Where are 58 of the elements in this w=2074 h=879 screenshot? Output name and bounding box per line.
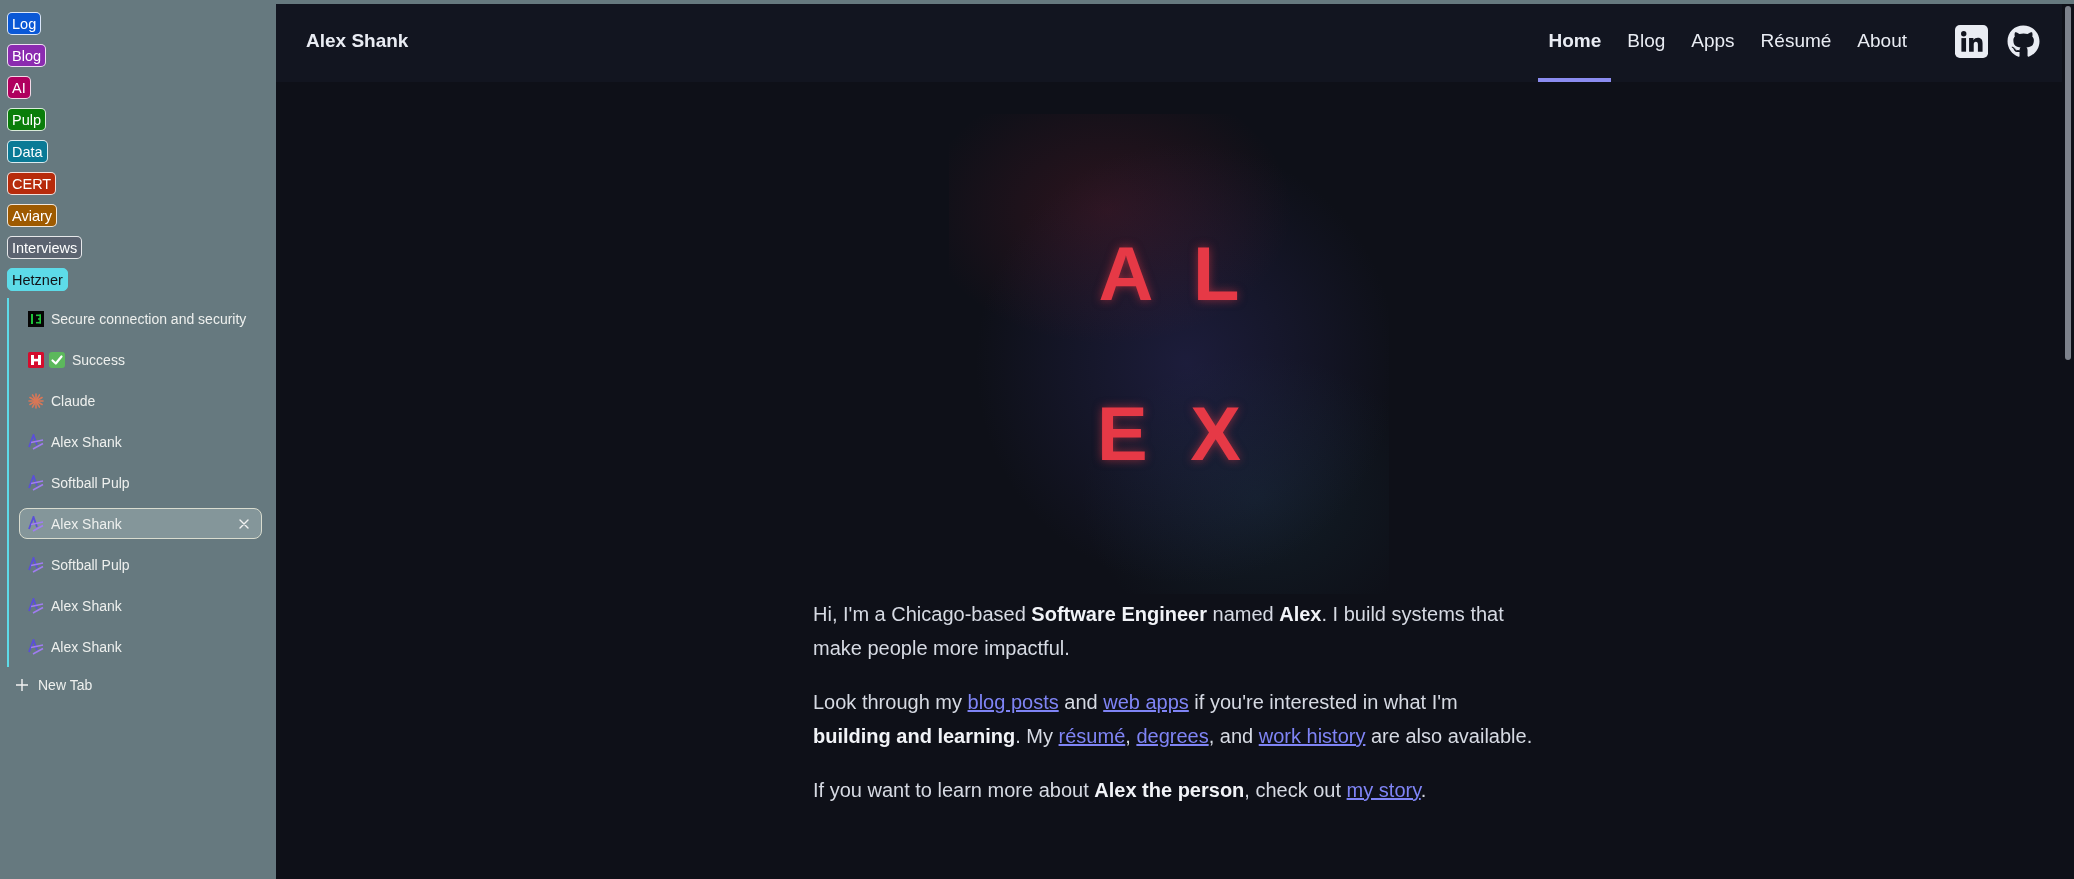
text-link[interactable]: web apps [1103, 691, 1189, 713]
tab-title: Softball Pulp [51, 474, 130, 491]
tab-title: Softball Pulp [51, 556, 130, 573]
tab-title: Secure connection and security [51, 310, 247, 327]
h-logo-icon [28, 351, 44, 368]
starburst-icon [28, 392, 44, 409]
tab-title: Success [72, 351, 125, 368]
linkedin-icon[interactable] [1955, 24, 1988, 58]
browser-tab[interactable]: Softball Pulp [19, 467, 262, 498]
logo-icon [28, 638, 44, 655]
browser-tab[interactable]: Alex Shank [19, 590, 262, 621]
logo-icon [28, 433, 44, 450]
logo-icon [28, 515, 44, 532]
logo-icon [28, 474, 44, 491]
tab-group-label[interactable]: Log [7, 12, 42, 35]
text-link[interactable]: work history [1258, 725, 1366, 747]
intro-paragraph: Look through my blog posts and web apps if you're interested in what I'm building and learning. My résumé, degrees, and work history are also available. [813, 690, 1534, 749]
browser-tab[interactable]: Softball Pulp [19, 549, 262, 580]
logo-letters: A L [1097, 230, 1251, 318]
tab-group-label[interactable]: Blog [7, 44, 47, 67]
text-link[interactable]: degrees [1136, 725, 1209, 747]
logo-letters: E X [1096, 390, 1252, 478]
nav-link[interactable]: Apps [1681, 4, 1745, 82]
tab-title: Claude [51, 392, 96, 409]
text-link[interactable]: résumé [1058, 725, 1126, 747]
browser-tab[interactable]: Claude [19, 385, 262, 416]
tab-title: Alex Shank [51, 515, 122, 532]
browser-tab[interactable]: Alex Shank [19, 631, 262, 662]
tab-group-label[interactable]: Pulp [7, 108, 47, 131]
intro-paragraph: If you want to learn more about Alex the person, check out my story. [813, 778, 1428, 803]
scrollbar-thumb[interactable] [2065, 6, 2071, 360]
close-icon[interactable] [239, 518, 249, 529]
tab-group-label[interactable]: CERT [7, 172, 57, 195]
github-icon[interactable] [2007, 24, 2040, 58]
tab-title: Alex Shank [51, 433, 122, 450]
new-tab-button[interactable]: New Tab [16, 673, 93, 697]
tab-group-label[interactable]: Aviary [7, 204, 58, 227]
tab-group-label[interactable]: Interviews [7, 236, 83, 259]
text-link[interactable]: my story [1346, 779, 1421, 801]
plus-icon [16, 679, 28, 691]
tab-group-label[interactable]: AI [7, 76, 31, 99]
nav-link[interactable]: Blog [1617, 4, 1676, 82]
intro-paragraph: Hi, I'm a Chicago-based Software Engineer named Alex. I build systems that make people more impactful. [813, 602, 1505, 661]
site-title[interactable]: Alex Shank [306, 30, 409, 52]
browser-tab[interactable]: Alex Shank [19, 426, 262, 457]
browser-tab[interactable]: Success [19, 344, 262, 375]
tab-title: Alex Shank [51, 638, 122, 655]
logo-icon [28, 597, 44, 614]
tab-group-label[interactable]: Hetzner [7, 268, 68, 291]
tab-title: Alex Shank [51, 597, 122, 614]
text-link[interactable]: blog posts [967, 691, 1059, 713]
terminal-icon [28, 310, 44, 327]
logo-icon [28, 556, 44, 573]
tab-group-label[interactable]: Data [7, 140, 48, 163]
browser-tab[interactable]: Secure connection and security [19, 303, 262, 334]
nav-link[interactable]: Home [1538, 4, 1612, 82]
nav-link[interactable]: Résumé [1750, 4, 1842, 82]
nav-link[interactable]: About [1847, 4, 1917, 82]
